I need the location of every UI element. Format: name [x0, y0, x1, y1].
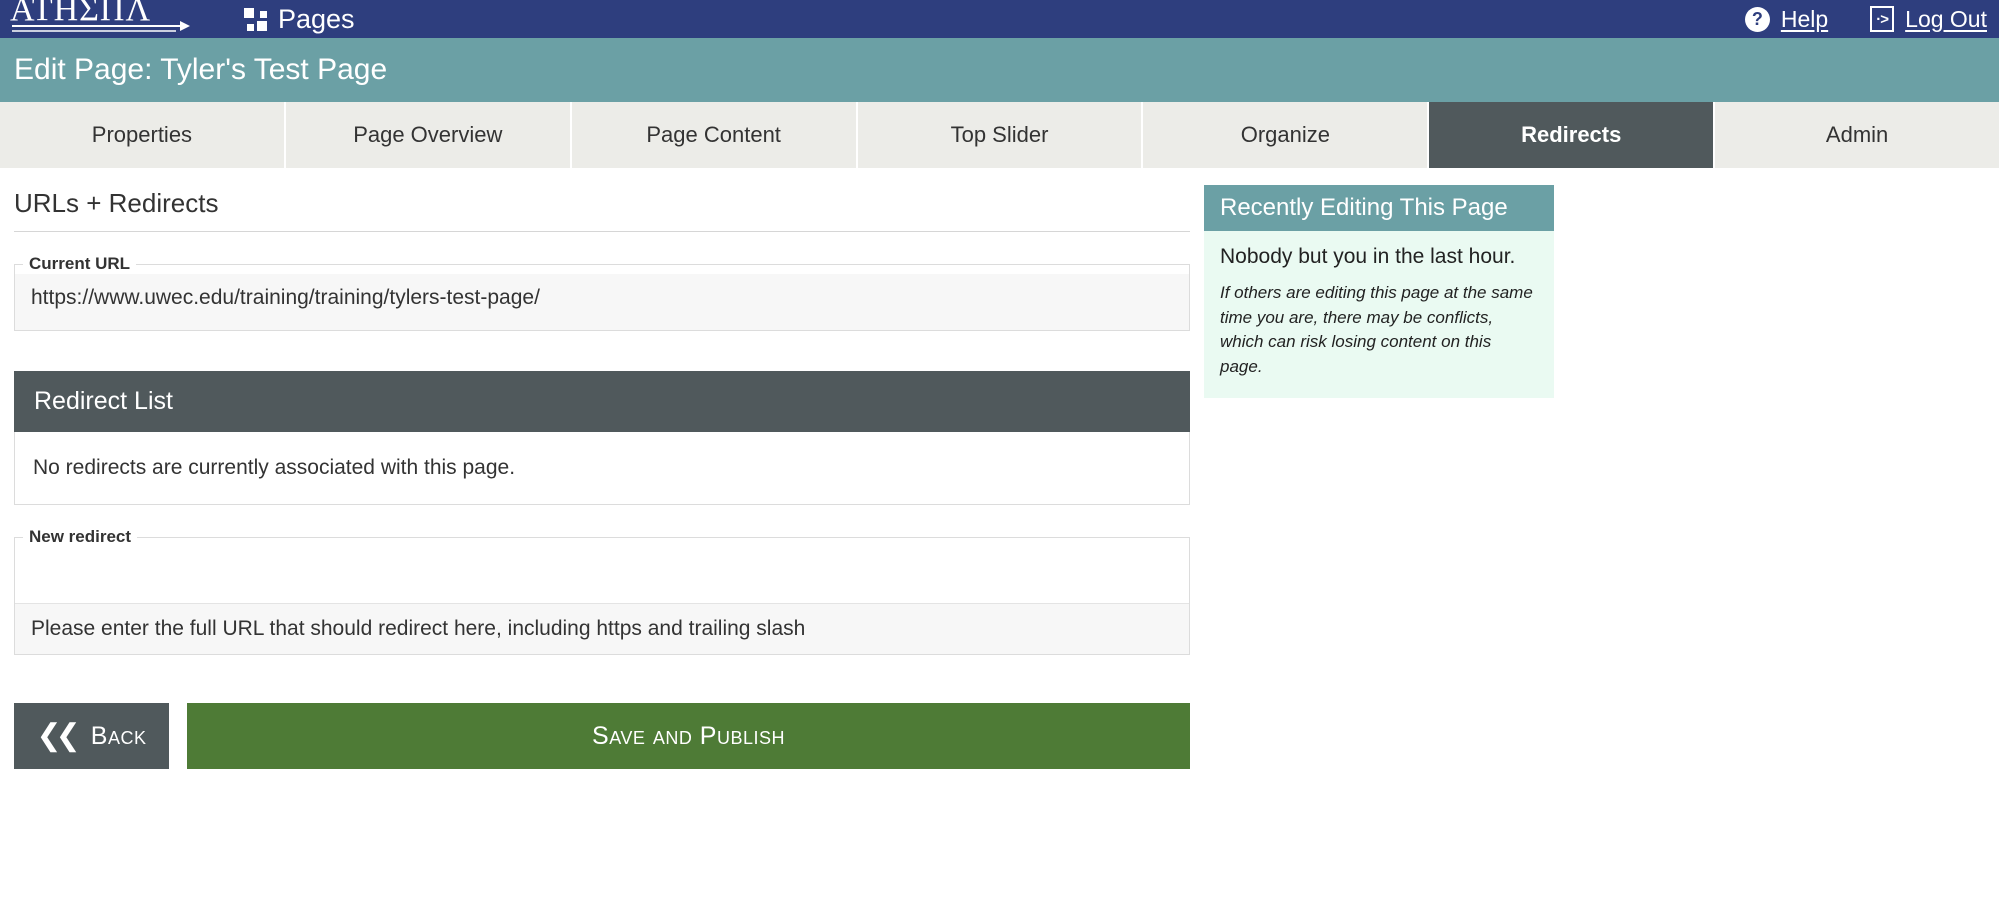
current-url-value: https://www.uwec.edu/training/training/t…: [15, 274, 1189, 330]
back-button[interactable]: ❮❮ Back: [14, 703, 169, 769]
tab-top-slider[interactable]: Top Slider: [857, 102, 1144, 168]
redirect-list-empty-message: No redirects are currently associated wi…: [14, 432, 1190, 505]
svg-text:ΑΤΗΣΠΛ: ΑΤΗΣΠΛ: [10, 0, 151, 28]
redirect-list-panel: Redirect List No redirects are currently…: [14, 371, 1190, 505]
athena-logo-mark: ΑΤΗΣΠΛ: [10, 0, 190, 32]
nav-item-pages-label: Pages: [278, 3, 355, 34]
page-title: Edit Page: Tyler's Test Page: [14, 53, 388, 86]
save-and-publish-label: Save and Publish: [592, 721, 785, 750]
sidebar-column: Recently Editing This Page Nobody but yo…: [1204, 168, 1999, 398]
recently-editing-note: If others are editing this page at the s…: [1220, 283, 1533, 376]
logout-link[interactable]: ·> Log Out: [1870, 6, 1987, 33]
save-and-publish-button[interactable]: Save and Publish: [187, 703, 1190, 769]
exit-door-icon: ·>: [1870, 6, 1895, 32]
logout-link-label: Log Out: [1905, 5, 1987, 32]
tab-page-overview[interactable]: Page Overview: [285, 102, 572, 168]
athena-logo[interactable]: ΑΤΗΣΠΛ: [8, 0, 208, 38]
help-link-label: Help: [1780, 5, 1829, 32]
recently-editing-header: Recently Editing This Page: [1204, 185, 1554, 231]
tab-organize[interactable]: Organize: [1143, 102, 1430, 168]
new-redirect-help-text: Please enter the full URL that should re…: [15, 603, 1189, 654]
help-link[interactable]: ? Help: [1744, 5, 1829, 33]
tab-properties[interactable]: Properties: [0, 102, 286, 168]
action-buttons: ❮❮ Back Save and Publish: [14, 703, 1190, 769]
recently-editing-body: Nobody but you in the last hour. If othe…: [1204, 231, 1554, 398]
current-url-legend: Current URL: [29, 254, 131, 273]
new-redirect-fieldset: New redirect Please enter the full URL t…: [14, 527, 1190, 655]
top-navigation-bar: ΑΤΗΣΠΛ Pages ? Help ·> Log Out: [0, 0, 1999, 38]
back-button-label: Back: [90, 721, 147, 750]
double-chevron-left-icon: ❮❮: [36, 719, 81, 752]
page-title-band: Edit Page: Tyler's Test Page: [0, 38, 1999, 102]
nav-item-pages[interactable]: Pages: [244, 3, 355, 34]
tab-bar: Properties Page Overview Page Content To…: [0, 102, 1999, 168]
new-redirect-legend: New redirect: [29, 527, 132, 546]
grid-icon: [244, 7, 267, 31]
main-column: URLs + Redirects Current URL https://www…: [0, 168, 1204, 769]
section-title-urls-redirects: URLs + Redirects: [14, 188, 1190, 232]
redirect-list-header: Redirect List: [14, 371, 1190, 432]
current-url-fieldset: Current URL https://www.uwec.edu/trainin…: [14, 254, 1190, 331]
question-circle-icon: ?: [1744, 6, 1770, 32]
new-redirect-input[interactable]: [15, 547, 1189, 603]
tab-admin[interactable]: Admin: [1715, 102, 1999, 168]
recently-editing-lead: Nobody but you in the last hour.: [1220, 245, 1516, 268]
recently-editing-card: Recently Editing This Page Nobody but yo…: [1204, 185, 1554, 398]
tab-page-content[interactable]: Page Content: [571, 102, 858, 168]
page-body: URLs + Redirects Current URL https://www…: [0, 168, 1999, 769]
topbar-right-actions: ? Help ·> Log Out: [1744, 5, 1999, 33]
tab-redirects[interactable]: Redirects: [1429, 102, 1716, 168]
